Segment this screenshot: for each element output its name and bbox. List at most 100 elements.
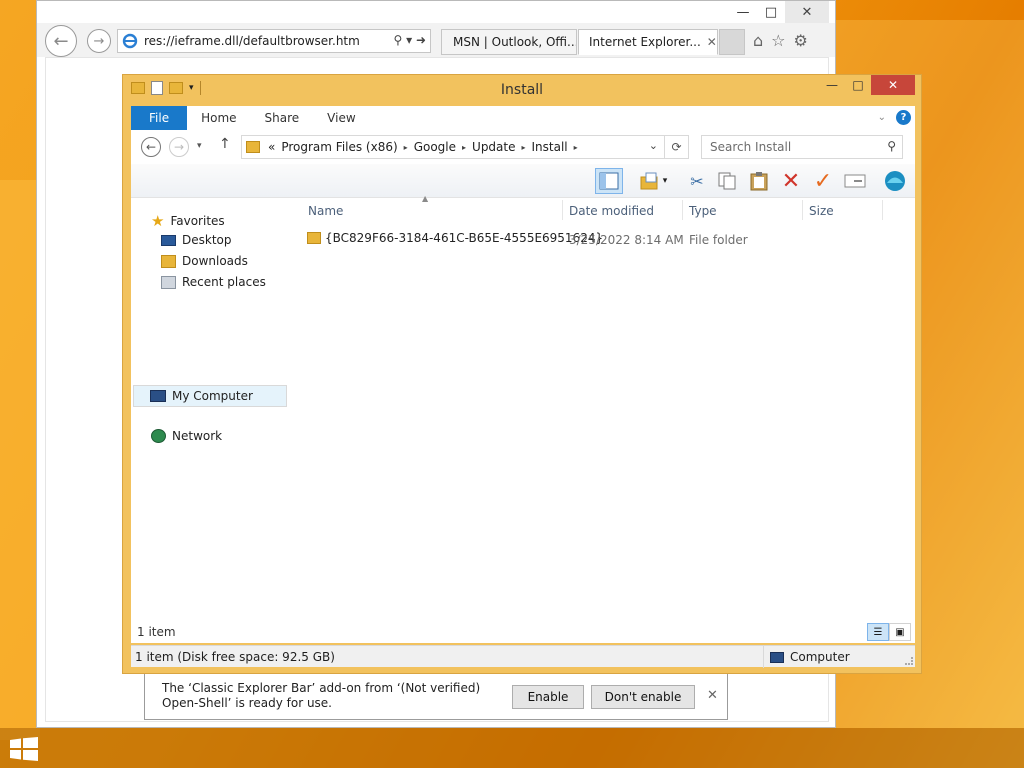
tab-home[interactable]: Home: [187, 106, 250, 130]
recent-locations-icon[interactable]: ▾: [197, 141, 202, 151]
tab-msn[interactable]: MSN | Outlook, Offi...: [441, 29, 577, 55]
rename-icon[interactable]: [841, 168, 869, 194]
taskbar: [0, 728, 1024, 768]
file-type: File folder: [689, 233, 748, 247]
address-bar[interactable]: res://ieframe.dll/defaultbrowser.htm ⚲ ▾…: [117, 29, 431, 53]
details-view-icon[interactable]: ☰: [867, 623, 889, 641]
ie-maximize-button[interactable]: □: [757, 1, 785, 23]
nav-network[interactable]: Network: [151, 429, 222, 443]
properties-check-icon[interactable]: ✓: [809, 168, 837, 194]
help-icon[interactable]: ?: [896, 110, 911, 125]
nav-favorites-label: Favorites: [170, 214, 225, 228]
copy-icon[interactable]: [713, 168, 741, 194]
back-icon[interactable]: ←: [45, 25, 77, 57]
column-name[interactable]: Name: [308, 204, 343, 218]
address-tools-icon[interactable]: ⚲ ▾ ➜: [394, 33, 427, 47]
ie-minimize-button[interactable]: —: [729, 1, 757, 23]
favorites-star-icon[interactable]: ☆: [771, 31, 785, 50]
column-size[interactable]: Size: [809, 204, 834, 218]
breadcrumb-chevron-icon[interactable]: ▸: [522, 143, 526, 152]
explorer-title-bar[interactable]: ▾ Install — □ ✕: [123, 75, 921, 105]
address-dropdown-icon[interactable]: ⌄: [649, 139, 658, 152]
expand-ribbon-icon[interactable]: ⌄: [878, 112, 886, 123]
folder-icon: [307, 232, 321, 244]
back-icon[interactable]: ←: [141, 137, 161, 157]
nav-network-label: Network: [172, 429, 223, 443]
cut-icon[interactable]: ✂: [683, 168, 711, 194]
tab-close-icon[interactable]: ✕: [707, 35, 717, 49]
ie-close-button[interactable]: ✕: [785, 1, 829, 23]
column-headers: ▲ Name Date modified Type Size: [303, 194, 915, 222]
delete-icon[interactable]: ✕: [777, 168, 805, 194]
gear-icon[interactable]: ⚙: [794, 31, 808, 50]
search-input[interactable]: Search Install ⚲: [701, 135, 903, 159]
window-title: Install: [500, 82, 544, 98]
address-text[interactable]: res://ieframe.dll/defaultbrowser.htm: [144, 34, 360, 48]
item-count: 1 item: [137, 625, 176, 639]
column-type[interactable]: Type: [689, 204, 717, 218]
breadcrumb[interactable]: « Program Files (x86) ▸ Google ▸ Update …: [241, 135, 665, 159]
close-button[interactable]: ✕: [871, 75, 915, 95]
ie-caption-buttons: — □ ✕: [729, 1, 829, 23]
maximize-button[interactable]: □: [845, 75, 871, 95]
forward-icon[interactable]: →: [169, 137, 189, 157]
close-notification-icon[interactable]: ✕: [707, 688, 718, 703]
column-date-modified[interactable]: Date modified: [569, 204, 654, 218]
nav-my-computer[interactable]: My Computer: [133, 385, 287, 407]
column-divider[interactable]: [562, 200, 563, 220]
ribbon-right-controls: ⌄ ?: [878, 110, 911, 125]
column-divider[interactable]: [802, 200, 803, 220]
downloads-folder-icon: [161, 254, 176, 268]
search-icon[interactable]: ⚲: [887, 139, 896, 153]
large-icons-view-icon[interactable]: ▣: [889, 623, 911, 641]
breadcrumb-chevron-icon[interactable]: ▸: [462, 143, 466, 152]
breadcrumb-install[interactable]: Install: [532, 140, 568, 154]
new-tab-button[interactable]: [719, 29, 745, 55]
classic-explorer-toolbar: ▾ ✂ ✕ ✓: [131, 164, 915, 198]
tab-internet-explorer[interactable]: Internet Explorer... ✕: [578, 29, 718, 55]
toolbar-dropdown-icon[interactable]: ▾: [657, 168, 673, 194]
tab-file[interactable]: File: [131, 106, 188, 130]
navigation-pane: ★ Favorites Desktop Downloads Recent pla…: [131, 198, 291, 643]
folder-icon: [246, 141, 260, 153]
breadcrumb-chevron-icon[interactable]: ▸: [574, 143, 578, 152]
breadcrumb-update[interactable]: Update: [472, 140, 515, 154]
notification-line-2: Open-Shell’ is ready for use.: [162, 696, 332, 710]
column-divider[interactable]: [682, 200, 683, 220]
nav-desktop[interactable]: Desktop: [161, 233, 232, 247]
file-date: 3/25/2022 8:14 AM: [569, 233, 684, 247]
status-zone: Computer: [763, 646, 915, 668]
notification-line-1: The ‘Classic Explorer Bar’ add-on from ‘…: [162, 681, 481, 695]
nav-downloads[interactable]: Downloads: [161, 254, 248, 268]
home-icon[interactable]: ⌂: [753, 31, 763, 50]
nav-recent-places[interactable]: Recent places: [161, 275, 266, 289]
network-icon: [151, 429, 166, 443]
column-divider[interactable]: [882, 200, 883, 220]
breadcrumb-chevron-icon[interactable]: ▸: [404, 143, 408, 152]
forward-icon[interactable]: →: [87, 29, 111, 53]
breadcrumb-overflow[interactable]: «: [268, 140, 275, 154]
minimize-button[interactable]: —: [819, 75, 845, 95]
desktop-icon: [161, 234, 176, 246]
nav-computer-label: My Computer: [172, 389, 253, 403]
tab-view[interactable]: View: [313, 106, 369, 130]
windows-start-icon[interactable]: [10, 737, 38, 761]
breadcrumb-program-files[interactable]: Program Files (x86): [281, 140, 397, 154]
notification-message: The ‘Classic Explorer Bar’ add-on from ‘…: [162, 681, 480, 711]
up-icon[interactable]: ↑: [219, 136, 231, 152]
dont-enable-button[interactable]: Don't enable: [591, 685, 695, 709]
ribbon-tabs: File Home Share View ⌄ ?: [131, 106, 915, 130]
file-row[interactable]: {BC829F66-3184-461C-B65E-4555E6951624} 3…: [303, 230, 915, 250]
refresh-icon[interactable]: ⟳: [665, 135, 689, 159]
addon-notification-bar: The ‘Classic Explorer Bar’ add-on from ‘…: [144, 674, 728, 720]
breadcrumb-google[interactable]: Google: [414, 140, 456, 154]
open-shell-icon[interactable]: [881, 168, 909, 194]
paste-icon[interactable]: [745, 168, 773, 194]
enable-button[interactable]: Enable: [512, 685, 584, 709]
resize-grip-icon[interactable]: [905, 657, 913, 665]
navigation-pane-icon[interactable]: [595, 168, 623, 194]
nav-favorites[interactable]: ★ Favorites: [151, 212, 225, 230]
file-name-cell[interactable]: {BC829F66-3184-461C-B65E-4555E6951624}: [307, 231, 603, 245]
nav-recent-label: Recent places: [182, 275, 266, 289]
tab-share[interactable]: Share: [251, 106, 314, 130]
